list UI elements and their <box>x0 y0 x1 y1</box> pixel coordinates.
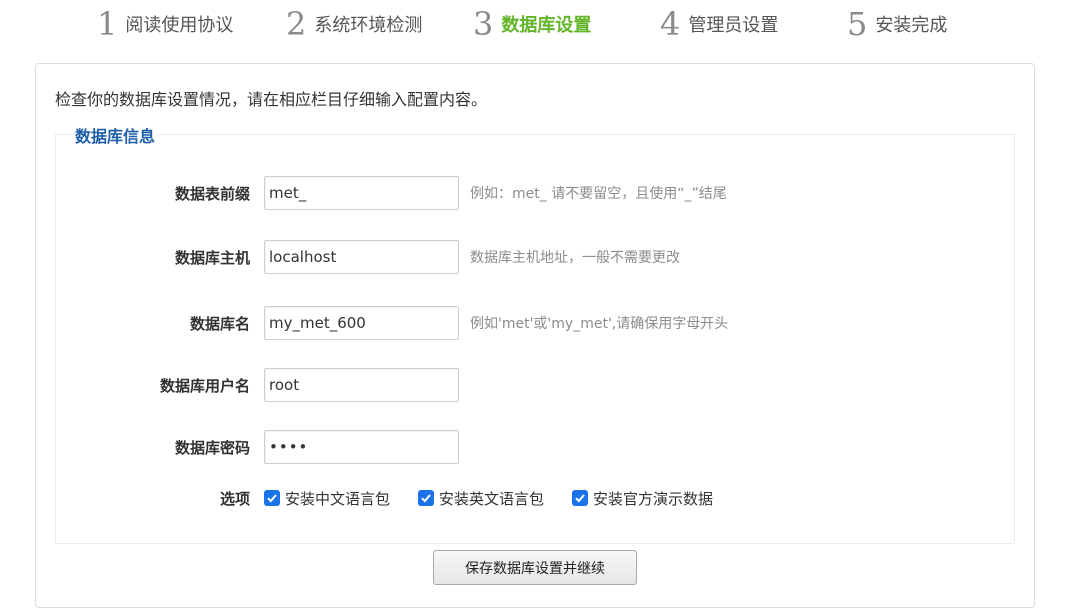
dbname-label: 数据库名 <box>189 314 250 333</box>
option-label: 安装中文语言包 <box>285 489 391 508</box>
checkmark-icon <box>421 494 431 503</box>
checkmark-icon <box>267 494 277 503</box>
database-info-fieldset: 数据库信息 数据表前缀 例如：met_ 请不要留空，且使用“_”结尾 数据库主机… <box>55 123 1016 544</box>
install-steps: 1 阅读使用协议 2 系统环境检测 3 数据库设置 4 管理员设置 5 安装完成 <box>0 0 1082 50</box>
option-label: 安装英文语言包 <box>439 489 545 508</box>
password-input[interactable] <box>264 430 459 464</box>
step-5: 5 安装完成 <box>847 4 947 44</box>
options-label: 选项 <box>219 489 250 508</box>
step-label: 阅读使用协议 <box>125 15 234 36</box>
dbname-hint: 例如'met'或'my_met',请确保用字母开头 <box>470 316 729 332</box>
checkbox-checked[interactable] <box>418 490 435 506</box>
prefix-label: 数据表前缀 <box>174 184 250 203</box>
prefix-hint: 例如：met_ 请不要留空，且使用“_”结尾 <box>470 186 727 202</box>
password-label: 数据库密码 <box>174 438 250 457</box>
step-number: 4 <box>660 5 681 43</box>
host-input[interactable] <box>264 240 459 274</box>
options-group: 安装中文语言包 安装英文语言包 安装官方演示数据 <box>264 488 741 509</box>
step-4: 4 管理员设置 <box>660 4 778 44</box>
host-row: 数据库主机 数据库主机地址，一般不需要更改 <box>56 240 1016 274</box>
step-label: 安装完成 <box>875 15 948 36</box>
prefix-input[interactable] <box>264 176 459 210</box>
checkbox-checked[interactable] <box>572 490 589 506</box>
user-label: 数据库用户名 <box>159 376 250 395</box>
options-row: 选项 安装中文语言包 安装英文语言包 安装官方演示数据 <box>56 481 1016 515</box>
password-row: 数据库密码 <box>56 430 1016 464</box>
step-number: 5 <box>847 5 868 43</box>
user-input[interactable] <box>264 368 459 402</box>
step-3-active: 3 数据库设置 <box>473 4 591 44</box>
checkbox-checked[interactable] <box>264 490 280 506</box>
fieldset-legend: 数据库信息 <box>73 123 158 147</box>
step-number: 2 <box>286 5 307 43</box>
step-2: 2 系统环境检测 <box>286 4 422 44</box>
option-label: 安装官方演示数据 <box>593 489 714 508</box>
checkmark-icon <box>575 494 585 503</box>
dbname-input[interactable] <box>264 306 459 340</box>
intro-text: 检查你的数据库设置情况，请在相应栏目仔细输入配置内容。 <box>55 90 488 109</box>
dbname-row: 数据库名 例如'met'或'my_met',请确保用字母开头 <box>56 306 1016 340</box>
option-english-lang[interactable]: 安装英文语言包 <box>418 488 544 509</box>
step-number: 3 <box>473 5 494 43</box>
database-settings-panel: 检查你的数据库设置情况，请在相应栏目仔细输入配置内容。 数据库信息 数据表前缀 … <box>35 63 1035 608</box>
option-demo-data[interactable]: 安装官方演示数据 <box>572 488 713 509</box>
host-label: 数据库主机 <box>174 248 250 267</box>
host-hint: 数据库主机地址，一般不需要更改 <box>470 250 680 266</box>
step-label: 数据库设置 <box>501 15 592 36</box>
step-label: 系统环境检测 <box>314 15 423 36</box>
user-row: 数据库用户名 <box>56 368 1016 402</box>
step-1: 1 阅读使用协议 <box>97 4 233 44</box>
step-number: 1 <box>97 5 118 43</box>
prefix-row: 数据表前缀 例如：met_ 请不要留空，且使用“_”结尾 <box>56 176 1016 210</box>
step-label: 管理员设置 <box>688 15 779 36</box>
save-and-continue-button[interactable]: 保存数据库设置并继续 <box>433 550 637 585</box>
option-chinese-lang[interactable]: 安装中文语言包 <box>264 488 390 509</box>
